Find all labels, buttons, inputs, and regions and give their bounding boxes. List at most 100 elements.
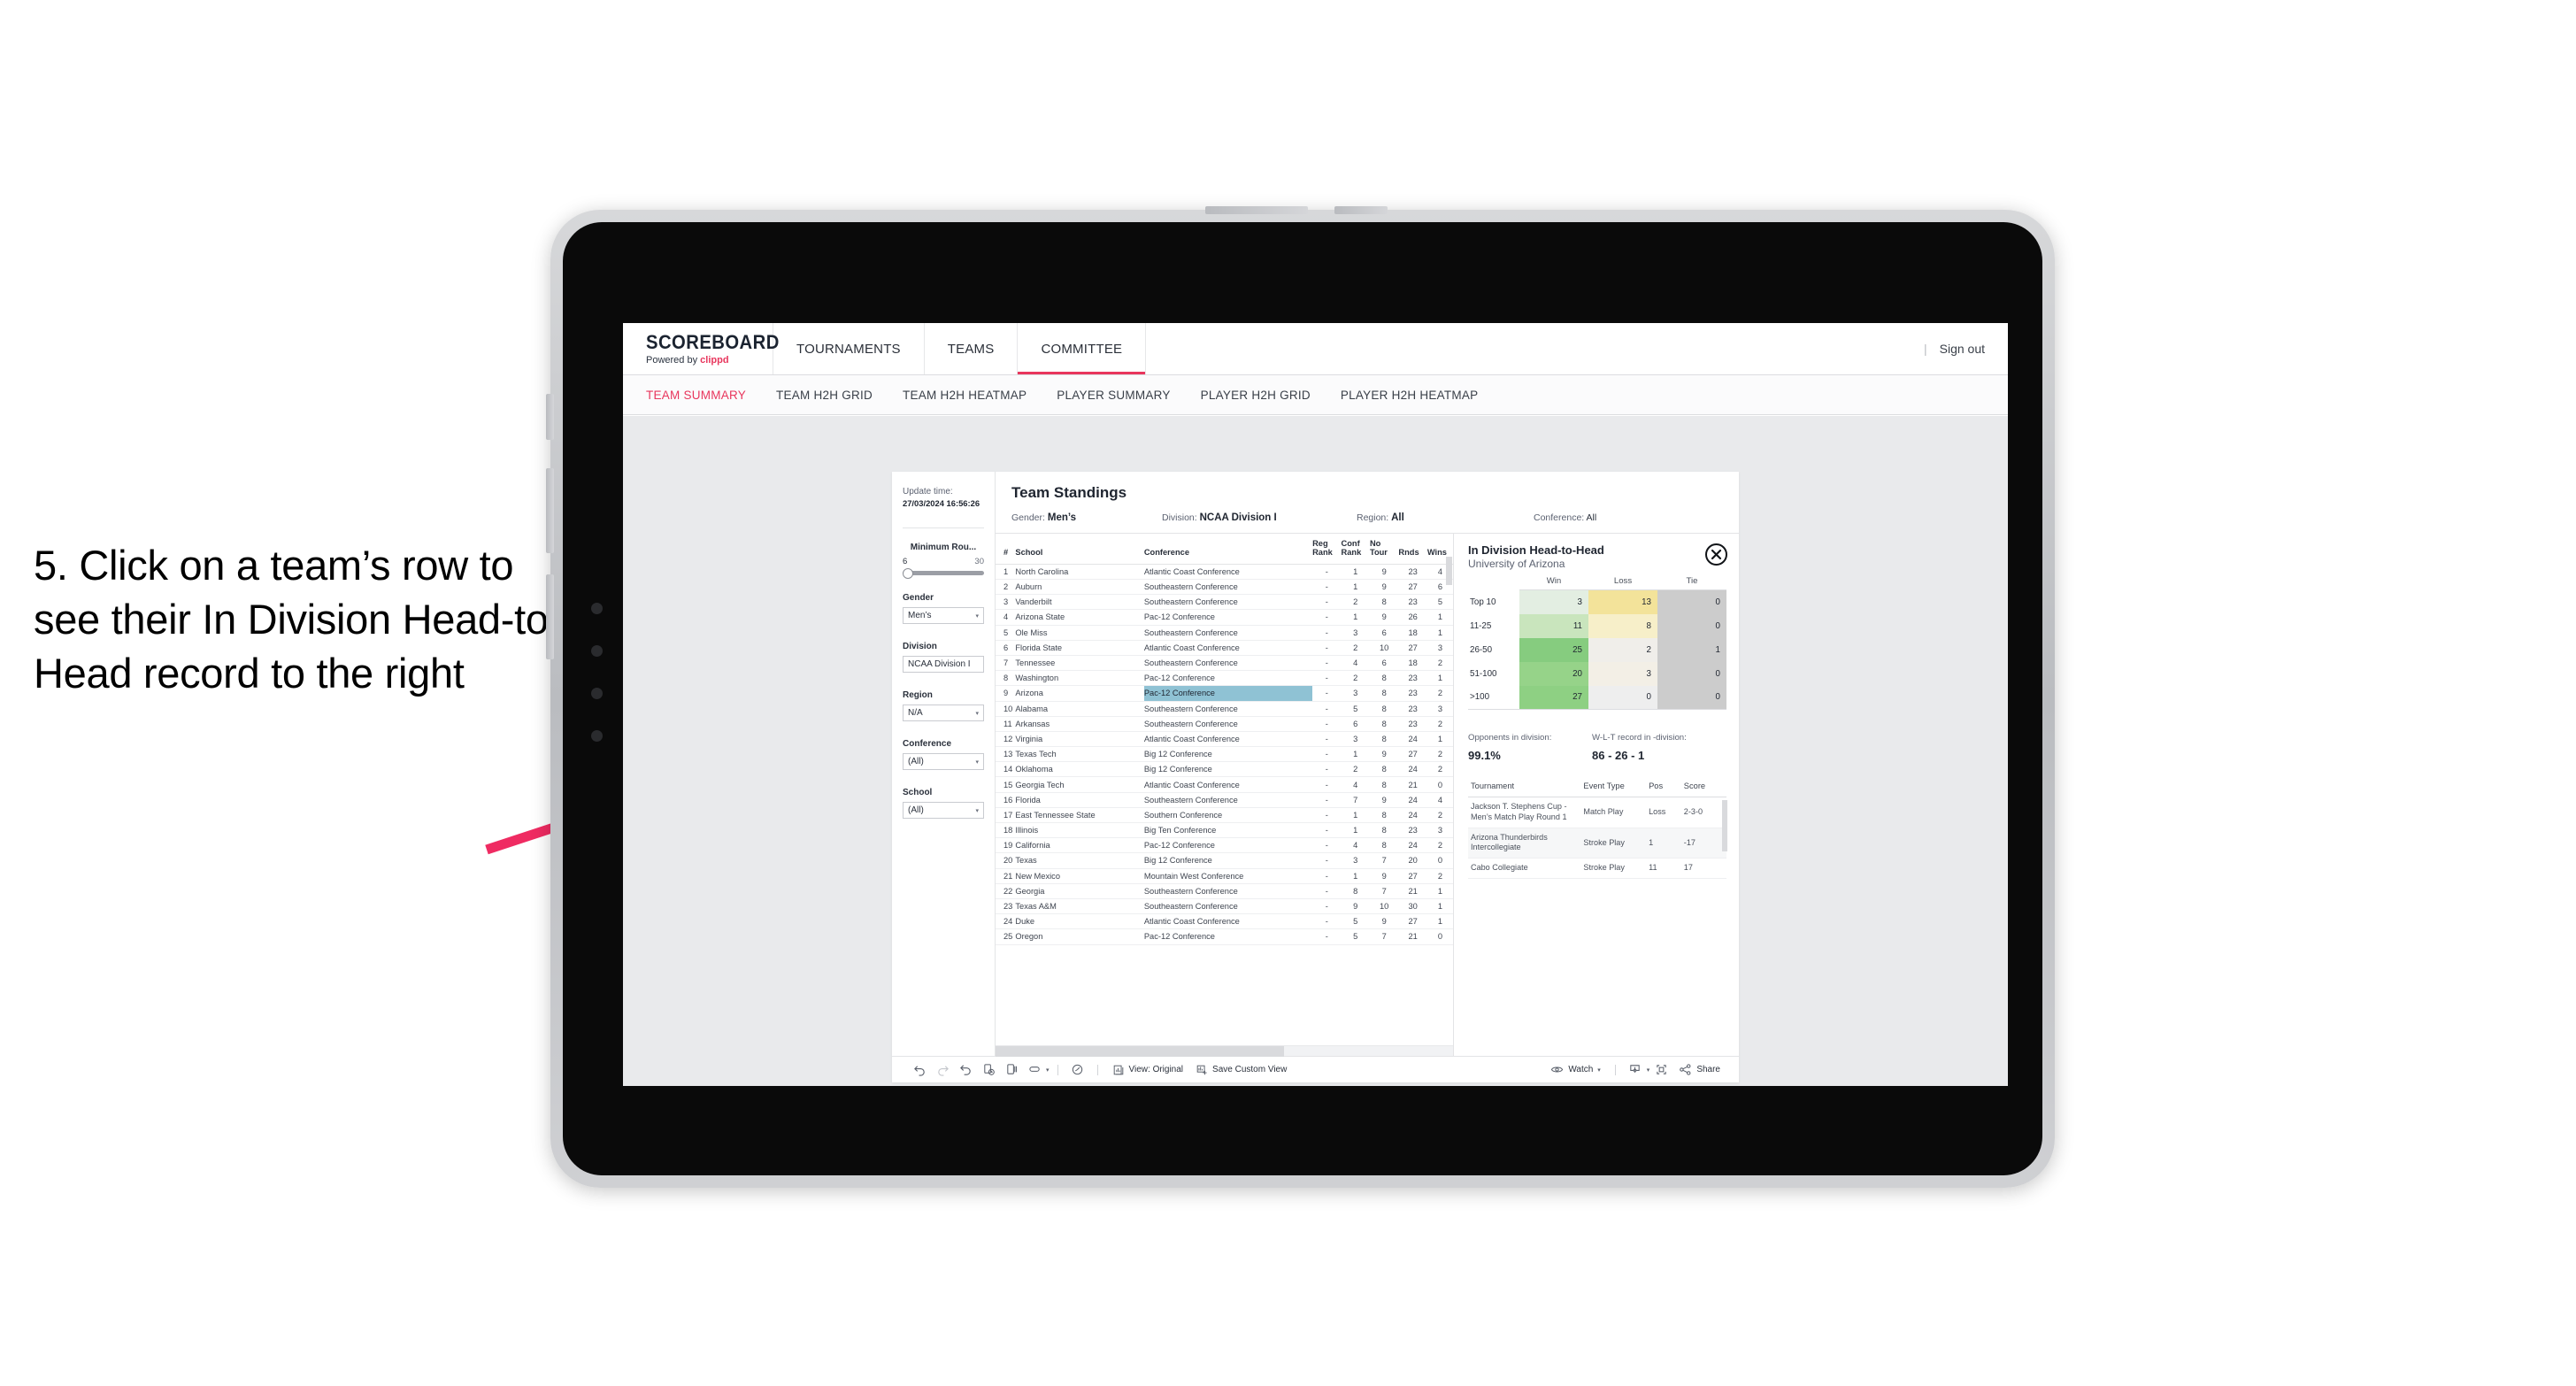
cell-school: Arizona <box>1015 685 1144 702</box>
school-select[interactable]: (All) ▾ <box>903 802 984 819</box>
undo-icon[interactable] <box>908 1057 931 1083</box>
cell-wins: 1 <box>1426 731 1453 748</box>
watch-button[interactable]: Watch ▾ <box>1544 1057 1606 1083</box>
pause-auto-update-icon[interactable] <box>1000 1057 1023 1083</box>
stat-wlt-record: W-L-T record in -division: 86 - 26 - 1 <box>1592 733 1687 762</box>
standings-scroll-area[interactable]: # School Conference Reg Rank Conf Rank No T… <box>996 534 1453 1045</box>
tab-team-summary[interactable]: TEAM SUMMARY <box>646 389 746 402</box>
tab-player-h2h-grid[interactable]: PLAYER H2H GRID <box>1201 389 1311 402</box>
table-row[interactable]: 14 Oklahoma Big 12 Conference -2 8 24 2 <box>996 761 1453 778</box>
table-row[interactable]: 1 North Carolina Atlantic Coast Conference… <box>996 564 1453 581</box>
table-row[interactable]: 15 Georgia Tech Atlantic Coast Conference -… <box>996 776 1453 793</box>
filter-conference: Conference (All) ▾ <box>903 739 984 770</box>
download-icon[interactable] <box>1624 1057 1647 1083</box>
nav-committee[interactable]: COMMITTEE <box>1018 323 1147 374</box>
table-row[interactable]: 11 Arkansas Southeastern Conference -6 8 23 2 <box>996 716 1453 732</box>
standings-horizontal-scrollbar-thumb[interactable] <box>996 1046 1284 1057</box>
brand-logo[interactable]: SCOREBOARD Powered by clippd <box>623 323 779 374</box>
cell-wins: 2 <box>1426 716 1453 732</box>
table-row[interactable]: 19 California Pac-12 Conference -4 8 24 2 <box>996 837 1453 854</box>
tab-team-h2h-heatmap[interactable]: TEAM H2H HEATMAP <box>903 389 1027 402</box>
chevron-down-icon[interactable]: ▾ <box>1046 1066 1050 1074</box>
tournament-row[interactable]: Arizona Thunderbirds Intercollegiate Stro… <box>1468 828 1726 859</box>
table-row[interactable]: 23 Texas A&M Southeastern Conference -9 10 30… <box>996 898 1453 915</box>
table-row[interactable]: 7 Tennessee Southeastern Conference -4 6 18 2 <box>996 655 1453 672</box>
standings-header-row: # School Conference Reg Rank Conf Rank No T… <box>996 534 1453 565</box>
table-row[interactable]: 3 Vanderbilt Southeastern Conference -2 8 23 5 <box>996 594 1453 611</box>
cell-wins: 1 <box>1426 883 1453 899</box>
cell-conference: Southeastern Conference <box>1143 594 1313 611</box>
table-row[interactable]: 16 Florida Southeastern Conference -7 9 24 4 <box>996 792 1453 808</box>
col-no-tour[interactable]: No Tour <box>1369 534 1399 565</box>
standings-vertical-scrollbar[interactable] <box>1446 557 1452 585</box>
table-row[interactable]: 8 Washington Pac-12 Conference -2 8 23 1 <box>996 670 1453 687</box>
highlight-icon[interactable] <box>1023 1057 1046 1083</box>
cell-rnds: 27 <box>1398 746 1427 763</box>
cell-conf-rank: 3 <box>1341 731 1370 748</box>
gender-select[interactable]: Men’s ▾ <box>903 607 984 624</box>
cell-rank: 1 <box>996 564 1016 581</box>
meta-gender-value: Men’s <box>1047 512 1077 523</box>
table-row[interactable]: 9 Arizona Pac-12 Conference -3 8 23 2 <box>996 685 1453 702</box>
col-conf-rank[interactable]: Conf Rank <box>1341 534 1370 565</box>
nav-tournaments[interactable]: TOURNAMENTS <box>773 323 925 374</box>
col-rnds[interactable]: Rnds <box>1398 534 1427 565</box>
table-row[interactable]: 4 Arizona State Pac-12 Conference -1 9 26 1 <box>996 609 1453 626</box>
cell-conference: Southeastern Conference <box>1143 883 1313 899</box>
table-row[interactable]: 2 Auburn Southeastern Conference -1 9 27 6 <box>996 579 1453 596</box>
table-row[interactable]: 22 Georgia Southeastern Conference -8 7 21 1 <box>996 883 1453 899</box>
tournament-row[interactable]: Jackson T. Stephens Cup - Men’s Match Pl… <box>1468 797 1726 828</box>
nav-teams[interactable]: TEAMS <box>925 323 1019 374</box>
chevron-down-icon[interactable]: ▾ <box>1597 1066 1601 1074</box>
region-select[interactable]: N/A ▾ <box>903 705 984 721</box>
h2h-tbody: Top 10 3 13 0 11-25 11 8 0 26-50 25 2 1 51-100 20 3 0 >1… <box>1468 589 1726 710</box>
tab-player-summary[interactable]: PLAYER SUMMARY <box>1057 389 1170 402</box>
refresh-data-icon[interactable] <box>977 1057 1000 1083</box>
table-row[interactable]: 25 Oregon Pac-12 Conference -5 7 21 0 <box>996 928 1453 945</box>
col-reg-rank[interactable]: Reg Rank <box>1312 534 1342 565</box>
view-original-button[interactable]: View: Original <box>1106 1057 1190 1083</box>
cell-reg-rank: - <box>1312 625 1342 641</box>
filter-minimum-rounds-label: Minimum Rou... <box>910 543 977 552</box>
minimum-rounds-slider[interactable] <box>903 567 984 579</box>
revert-icon[interactable] <box>954 1057 977 1083</box>
standings-horizontal-scrollbar-track[interactable] <box>996 1045 1453 1057</box>
table-row[interactable]: 20 Texas Big 12 Conference -3 7 20 0 <box>996 852 1453 869</box>
close-icon[interactable] <box>1705 543 1727 566</box>
cell-no-tour: 9 <box>1369 868 1399 884</box>
tournament-scrollbar[interactable] <box>1722 800 1727 851</box>
cell-no-tour: 10 <box>1369 898 1399 915</box>
sign-out-link[interactable]: Sign out <box>1940 342 1985 356</box>
standings-tbody: 1 North Carolina Atlantic Coast Conference… <box>996 564 1453 945</box>
table-row[interactable]: 21 New Mexico Mountain West Conference -1 9 2… <box>996 868 1453 884</box>
table-row[interactable]: 24 Duke Atlantic Coast Conference -5 9 27 1 <box>996 913 1453 930</box>
redo-icon[interactable] <box>931 1057 954 1083</box>
table-row[interactable]: 18 Illinois Big Ten Conference -1 8 23 3 <box>996 822 1453 839</box>
share-button[interactable]: Share <box>1672 1057 1726 1083</box>
save-custom-view-button[interactable]: Save Custom View <box>1189 1057 1293 1083</box>
col-rank[interactable]: # <box>996 534 1016 565</box>
tournament-row[interactable]: Cabo Collegiate Stroke Play 11 17 <box>1468 858 1726 880</box>
alerts-icon[interactable] <box>1066 1057 1089 1083</box>
cell-conference: Southeastern Conference <box>1143 579 1313 596</box>
tab-team-h2h-grid[interactable]: TEAM H2H GRID <box>776 389 873 402</box>
table-row[interactable]: 10 Alabama Southeastern Conference -5 8 23 3 <box>996 701 1453 717</box>
table-row[interactable]: 6 Florida State Atlantic Coast Conference -… <box>996 640 1453 656</box>
tab-player-h2h-heatmap[interactable]: PLAYER H2H HEATMAP <box>1341 389 1479 402</box>
conference-select[interactable]: (All) ▾ <box>903 753 984 770</box>
cell-rnds: 18 <box>1398 655 1427 672</box>
table-row[interactable]: 12 Virginia Atlantic Coast Conference -3 8 24… <box>996 731 1453 748</box>
table-row[interactable]: 17 East Tennessee State Southern Conferenc… <box>996 807 1453 824</box>
slider-handle[interactable] <box>903 567 913 579</box>
table-row[interactable]: 13 Texas Tech Big 12 Conference -1 9 27 2 <box>996 746 1453 763</box>
fullscreen-icon[interactable] <box>1649 1057 1672 1083</box>
col-conference[interactable]: Conference <box>1143 534 1313 565</box>
cell-conf-rank: 1 <box>1341 746 1370 763</box>
col-school[interactable]: School <box>1015 534 1144 565</box>
cell-no-tour: 6 <box>1369 655 1399 672</box>
cell-rank: 16 <box>996 792 1016 808</box>
cell-conf-rank: 5 <box>1341 928 1370 945</box>
cell-reg-rank: - <box>1312 822 1342 839</box>
division-select[interactable]: NCAA Division I <box>903 656 984 673</box>
table-row[interactable]: 5 Ole Miss Southeastern Conference -3 6 18 1 <box>996 625 1453 641</box>
